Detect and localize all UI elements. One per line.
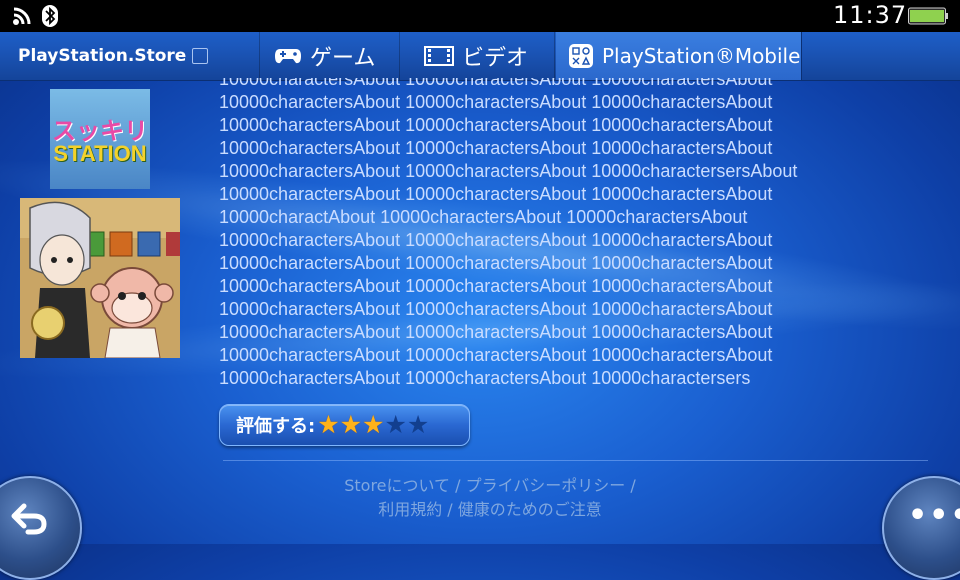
description-lines: 10000charactersAbout 10000charactersAbou… (219, 78, 797, 390)
app-artwork[interactable] (20, 198, 180, 358)
tab-label: ゲーム (310, 46, 376, 71)
battery-icon (908, 7, 948, 25)
back-arrow-icon (11, 503, 47, 535)
footer-line1[interactable]: Storeについて / プライバシーポリシー / (260, 474, 720, 498)
description-line: 10000charactersAbout 10000charactersAbou… (219, 299, 773, 319)
more-dots-icon: ••• (908, 498, 960, 533)
footer-line2[interactable]: 利用規約 / 健康のためのご注意 (260, 498, 720, 522)
description-line: 10000charactersAbout 10000charactersAbou… (219, 115, 773, 135)
bluetooth-icon (42, 5, 58, 27)
tab-video[interactable]: ビデオ (400, 32, 555, 80)
star-filled-icon: ★ (339, 410, 363, 439)
description-line: 10000charactersAbout 10000charactersAbou… (219, 276, 773, 296)
tab-game[interactable]: ゲーム (260, 32, 400, 80)
description-line: 10000charactersAbout 10000charactersAbou… (219, 161, 798, 181)
description-line: 10000charactAbout 10000charactersAbout 1… (219, 207, 748, 227)
tab-label: ビデオ (462, 46, 529, 71)
star-filled-icon: ★ (362, 410, 385, 439)
star-empty-icon: ★ (406, 410, 430, 439)
tab-playstation-mobile[interactable]: PlayStation®Mobile (556, 32, 802, 80)
description-line: 10000charactersAbout 10000charactersAbou… (219, 184, 773, 204)
footer-links: Storeについて / プライバシーポリシー / 利用規約 / 健康のためのご注… (260, 474, 720, 522)
rate-button[interactable]: 評価する: ★ ★ ★ ★ ★ (219, 404, 470, 446)
description-line: 10000charactersAbout 10000charactersAbou… (219, 78, 773, 89)
more-options-button[interactable]: ••• (882, 476, 960, 580)
tab-label: PlayStation®Mobile (602, 44, 801, 68)
star-empty-icon: ★ (384, 410, 407, 439)
status-bar: 11:37 (0, 0, 960, 32)
rate-label: 評価する: (236, 416, 316, 437)
description-line: 10000charactersAbout 10000charactersAbou… (219, 345, 773, 365)
description-line: 10000charactersAbout 10000charactersAbou… (219, 230, 773, 250)
app-logo-thumbnail[interactable]: スッキリ STATION (50, 89, 150, 189)
description-line: 10000charactersAbout 10000charactersAbou… (219, 92, 773, 112)
back-button[interactable] (0, 476, 82, 580)
description-line: 10000charactersAbout 10000charactersAbou… (219, 253, 773, 273)
description-line: 10000charactersAbout 10000charactersAbou… (219, 368, 751, 388)
ps-store-logo (192, 48, 209, 64)
ps-mobile-icon (568, 43, 594, 69)
star-filled-icon: ★ (317, 410, 340, 439)
tab-bar: PlayStation.Store ゲーム ビデオ PlayStation®Mo… (0, 32, 960, 81)
tab-playstation-store[interactable]: PlayStation.Store (0, 32, 260, 80)
gamepad-icon (274, 46, 302, 66)
wifi-icon (13, 7, 31, 25)
divider (223, 460, 928, 461)
rating-stars: ★ ★ ★ ★ ★ (317, 412, 429, 438)
tab-label: PlayStation.Store (18, 46, 187, 66)
film-icon (424, 46, 454, 66)
clock: 11:37 (833, 1, 908, 29)
description-line: 10000charactersAbout 10000charactersAbou… (219, 322, 773, 342)
description-line: 10000charactersAbout 10000charactersAbou… (219, 138, 773, 158)
logo-line2: STATION (53, 141, 147, 166)
app-description: 10000charactersAbout 10000charactersAbou… (219, 78, 919, 390)
